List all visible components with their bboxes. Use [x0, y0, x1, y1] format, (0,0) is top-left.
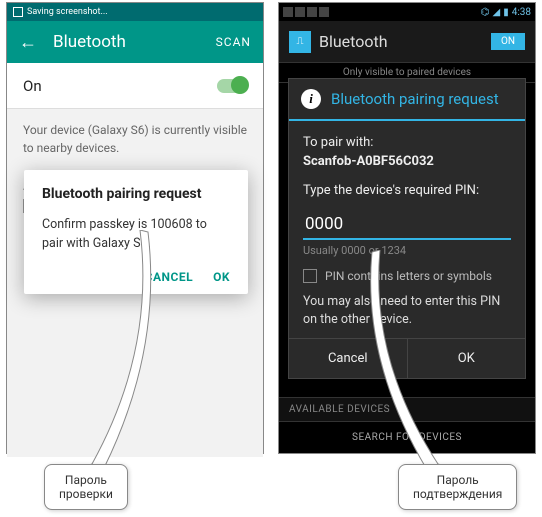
pairing-dialog-right: i Bluetooth pairing request To pair with…: [288, 78, 526, 379]
signal-icon: ◢: [492, 7, 500, 18]
dialog-buttons: CANCEL OK: [42, 270, 230, 284]
dialog-title: Bluetooth pairing request: [42, 186, 230, 202]
back-arrow-icon[interactable]: ←: [19, 32, 37, 53]
appbar-right: ⎍ Bluetooth ON: [279, 21, 535, 63]
statusbar-left: Saving screenshot...: [7, 3, 263, 21]
dialog-body: To pair with: Scanfob-A0BF56C032 Type th…: [289, 121, 525, 338]
pairing-dialog-left: Bluetooth pairing request Confirm passke…: [24, 170, 248, 294]
on-label: On: [23, 77, 217, 95]
ok-button[interactable]: OK: [213, 270, 230, 284]
statusbar-right-icons: ⌬ ◢ ▮ 4:38: [481, 7, 531, 18]
visibility-text: Your device (Galaxy S6) is currently vis…: [7, 109, 263, 169]
appbar-title: Bluetooth: [53, 32, 216, 52]
on-toggle-button[interactable]: ON: [491, 33, 525, 50]
battery-icon: ▮: [503, 7, 509, 18]
pin-input[interactable]: 0000: [303, 210, 511, 240]
statusbar-text: Saving screenshot...: [27, 7, 108, 17]
statusbar-right: ⌬ ◢ ▮ 4:38: [279, 3, 535, 21]
app-icon: [307, 7, 317, 17]
pin-note: You may also need to enter this PIN on t…: [303, 293, 511, 328]
pin-label: Type the device's required PIN:: [303, 183, 511, 198]
callout-right: Парольподтверждения: [398, 464, 517, 510]
appbar-title: Bluetooth: [319, 32, 491, 51]
dialog-body: Confirm passkey is 100608 to pair with G…: [42, 216, 230, 254]
dialog-buttons: Cancel OK: [289, 338, 525, 378]
callout-text: Парольпроверки: [59, 473, 113, 501]
search-devices-button[interactable]: SEARCH FOR DEVICES: [279, 422, 535, 453]
clock-text: 4:38: [512, 7, 531, 18]
dialog-title: Bluetooth pairing request: [331, 90, 499, 108]
app-icon: [295, 7, 305, 17]
toggle-switch-icon[interactable]: [217, 79, 247, 93]
cancel-button[interactable]: CANCEL: [145, 270, 193, 284]
app-icon: [283, 7, 293, 17]
bottom-actions: AVAILABLE DEVICES SEARCH FOR DEVICES: [279, 397, 535, 453]
pair-device-name: Scanfob-A0BF56C032: [303, 154, 511, 169]
dialog-header: i Bluetooth pairing request: [289, 79, 525, 121]
available-devices-header: AVAILABLE DEVICES: [279, 397, 535, 422]
pin-hint: Usually 0000 or 1234: [303, 244, 511, 257]
statusbar-left-icons: [283, 7, 329, 17]
pair-with-label: To pair with:: [303, 135, 511, 150]
checkbox-row[interactable]: PIN contains letters or symbols: [303, 269, 511, 283]
info-icon: i: [301, 89, 321, 109]
app-icon: [319, 7, 329, 17]
bluetooth-toggle-row[interactable]: On: [7, 63, 263, 109]
screenshot-icon: [13, 7, 23, 17]
scan-button[interactable]: SCAN: [216, 35, 251, 49]
bluetooth-icon: ⎍: [289, 31, 311, 53]
checkbox-icon[interactable]: [303, 269, 317, 283]
appbar-left: ← Bluetooth SCAN: [7, 21, 263, 63]
callout-text: Парольподтверждения: [413, 473, 502, 501]
ok-button[interactable]: OK: [408, 339, 526, 378]
callout-left: Парольпроверки: [44, 464, 128, 510]
bluetooth-icon: ⌬: [481, 7, 490, 18]
checkbox-label: PIN contains letters or symbols: [325, 269, 492, 283]
cancel-button[interactable]: Cancel: [289, 339, 408, 378]
